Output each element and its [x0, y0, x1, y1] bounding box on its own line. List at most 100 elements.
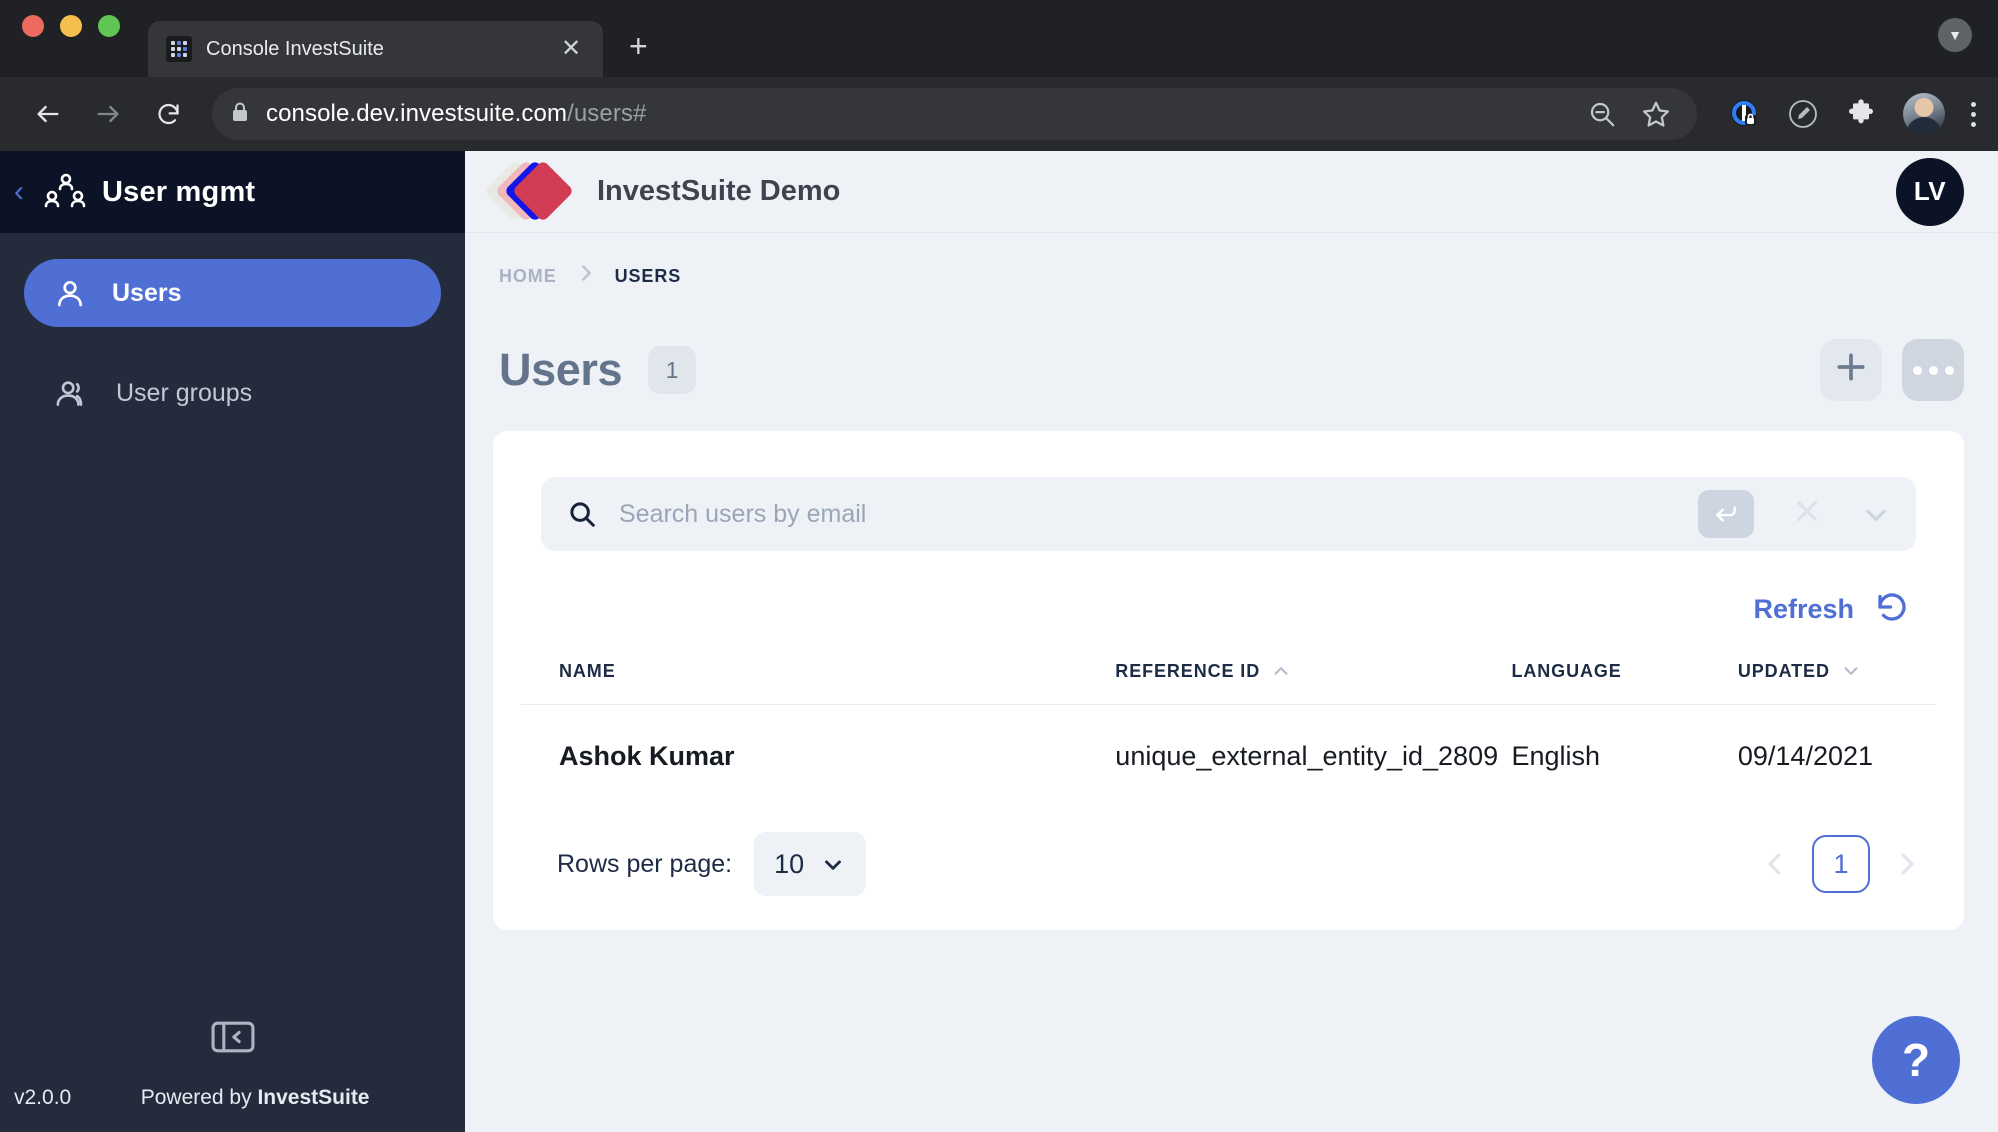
page-number-1[interactable]: 1 [1812, 835, 1870, 893]
refresh-button[interactable]: Refresh [1753, 589, 1910, 630]
address-bar[interactable]: console.dev.investsuite.com/users# [212, 88, 1697, 140]
people-icon [54, 377, 90, 409]
chevron-down-icon [820, 851, 846, 877]
browser-window: Console InvestSuite ✕ + ▼ console.dev.in… [0, 0, 1998, 1132]
user-avatar[interactable]: LV [1896, 157, 1964, 226]
sidebar-footer: v2.0.0 Powered by InvestSuite [0, 1086, 465, 1132]
column-label: LANGUAGE [1511, 661, 1622, 681]
users-card: Refresh NAME [493, 431, 1964, 930]
puzzle-piece-icon[interactable] [1845, 98, 1877, 130]
sidebar-item-users[interactable]: Users [24, 259, 441, 327]
sidebar-nav: Users User groups [0, 233, 465, 459]
app-title: InvestSuite Demo [597, 175, 841, 207]
tab-title: Console InvestSuite [206, 37, 384, 60]
rows-per-page-value: 10 [774, 848, 805, 879]
page-viewport: ‹ User mgmt Users User groups v2.0.0 Pow… [0, 151, 1998, 1132]
table-row[interactable]: Ashok Kumar unique_external_entity_id_28… [521, 704, 1936, 806]
plus-icon [1831, 347, 1871, 394]
star-icon[interactable] [1641, 99, 1671, 129]
ellipsis-icon [1912, 365, 1954, 375]
users-table-head: NAME REFERENCE ID LANGUAGE UPDATED [521, 660, 1936, 705]
column-label: NAME [559, 661, 616, 681]
sidebar-item-label: Users [112, 278, 182, 307]
clear-search-icon[interactable] [1776, 494, 1838, 534]
browser-tab[interactable]: Console InvestSuite ✕ [148, 21, 603, 77]
rows-per-page-select[interactable]: 10 [754, 832, 867, 896]
column-label: UPDATED [1737, 660, 1830, 681]
url-path: /users# [567, 100, 647, 127]
column-header-reference-id[interactable]: REFERENCE ID [1115, 660, 1511, 705]
chevron-right-icon [575, 262, 597, 290]
zoom-out-icon[interactable] [1587, 99, 1617, 129]
search-bar[interactable] [541, 477, 1916, 551]
pencil-circle-icon[interactable] [1787, 98, 1819, 130]
table-header-row: NAME REFERENCE ID LANGUAGE UPDATED [521, 660, 1936, 705]
kebab-menu-icon[interactable] [1971, 101, 1976, 127]
lock-icon [230, 101, 250, 128]
users-count-badge: 1 [648, 346, 697, 394]
cell-language: English [1511, 704, 1738, 806]
browser-tabstrip: Console InvestSuite ✕ + ▼ [0, 0, 1998, 77]
profile-avatar[interactable] [1903, 93, 1945, 135]
sidebar-item-user-groups[interactable]: User groups [24, 359, 441, 427]
sidebar-item-label: User groups [116, 378, 253, 407]
reload-icon[interactable] [142, 88, 194, 140]
refresh-row: Refresh [521, 551, 1936, 660]
rotate-ccw-icon [1874, 589, 1910, 630]
pagination-bar: Rows per page: 10 1 [521, 806, 1936, 930]
rows-per-page-label: Rows per page: [557, 849, 733, 878]
sidebar-title: User mgmt [102, 175, 256, 208]
page-header-actions [1820, 339, 1964, 401]
refresh-label: Refresh [1753, 594, 1854, 624]
chevron-down-icon[interactable]: ▼ [1938, 18, 1972, 52]
breadcrumb: HOME USERS [493, 233, 1964, 319]
page-title: Users [499, 344, 623, 395]
close-window-button[interactable] [22, 14, 44, 37]
submit-search-button[interactable] [1698, 490, 1754, 538]
back-chevron-icon[interactable]: ‹ [8, 177, 30, 207]
help-button[interactable]: ? [1872, 1016, 1960, 1104]
people-group-icon [44, 172, 88, 212]
page-header: Users 1 [493, 319, 1964, 431]
add-user-button[interactable] [1820, 339, 1882, 401]
investsuite-logo-icon [483, 159, 577, 223]
minimize-window-button[interactable] [60, 14, 82, 37]
grid-icon [166, 36, 192, 62]
powered-prefix: Powered by [140, 1086, 258, 1109]
breadcrumb-current: USERS [614, 265, 682, 286]
users-table: NAME REFERENCE ID LANGUAGE UPDATED Ashok… [521, 660, 1936, 806]
browser-toolbar: console.dev.investsuite.com/users# [0, 77, 1998, 151]
powered-by-label: Powered by InvestSuite [141, 1086, 382, 1110]
powered-brand: InvestSuite [257, 1086, 370, 1109]
sort-asc-icon [1270, 660, 1292, 682]
column-header-updated[interactable]: UPDATED [1738, 660, 1936, 705]
column-header-language[interactable]: LANGUAGE [1511, 660, 1737, 705]
breadcrumb-home[interactable]: HOME [499, 266, 557, 287]
search-input[interactable] [619, 499, 1676, 529]
previous-page-button[interactable] [1754, 849, 1796, 879]
person-icon [54, 277, 86, 309]
main-area: InvestSuite Demo LV HOME USERS Users 1 S… [465, 151, 1998, 1132]
maximize-window-button[interactable] [98, 14, 120, 37]
chevron-down-icon[interactable] [1860, 498, 1898, 530]
column-header-name[interactable]: NAME [521, 660, 1115, 705]
sidebar-header: ‹ User mgmt [0, 151, 465, 233]
column-label: REFERENCE ID [1115, 660, 1261, 681]
sidebar-collapse-button[interactable] [0, 1018, 465, 1056]
url-host: console.dev.investsuite.com [266, 100, 568, 127]
more-actions-button[interactable] [1902, 339, 1964, 401]
forward-arrow-icon[interactable] [82, 88, 134, 140]
users-table-body: Ashok Kumar unique_external_entity_id_28… [521, 704, 1936, 806]
back-arrow-icon[interactable] [22, 88, 74, 140]
next-page-button[interactable] [1886, 849, 1928, 879]
extension-shield-icon[interactable] [1729, 98, 1761, 130]
app-header: InvestSuite Demo LV [465, 151, 1998, 233]
new-tab-button[interactable]: + [629, 28, 648, 77]
url-text: console.dev.investsuite.com/users# [266, 100, 646, 128]
cell-updated: 09/14/2021 [1737, 704, 1936, 806]
page-navigation: 1 [1754, 835, 1928, 893]
close-icon[interactable]: ✕ [557, 37, 585, 61]
browser-extension-icons [1715, 93, 1976, 135]
cell-reference-id: unique_external_entity_id_2809 [1115, 704, 1512, 806]
